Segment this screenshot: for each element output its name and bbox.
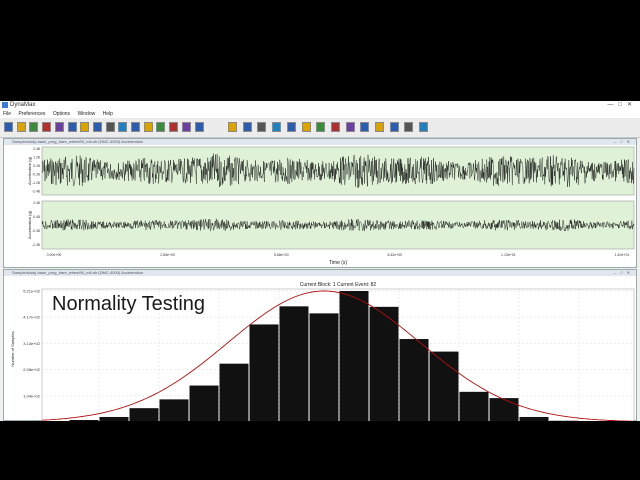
- histogram-bar: [369, 306, 399, 421]
- zoom-icon[interactable]: [228, 122, 237, 132]
- app-icon: [2, 102, 8, 108]
- menu-file[interactable]: File: [3, 111, 11, 117]
- y-tick-label: 0.48: [33, 215, 40, 219]
- copy-icon[interactable]: [42, 122, 52, 132]
- spectrum-icon[interactable]: [360, 122, 370, 132]
- x-tick-label: 0.00e+00: [47, 253, 62, 257]
- time-history-plot[interactable]: 2.48 1.28 0.28 -0.28 -1.28 -2.48 2.48 0.48 -0.48…: [4, 146, 636, 268]
- histogram-bar: [99, 416, 129, 421]
- histogram-bar: [159, 399, 189, 421]
- print2-icon[interactable]: [419, 122, 429, 132]
- dynamax-app-window: DynaMax —□✕ File Preferences Options Win…: [0, 101, 640, 421]
- histogram-window-title: Sample/study-base_prog_bare_wheel/M_roll…: [4, 270, 636, 276]
- y-tick-label: 1.28: [33, 156, 40, 160]
- histogram-bar: [489, 398, 519, 421]
- y-tick-label: 2.08e+02: [23, 367, 41, 372]
- y-tick-label: 5.21e+02: [23, 289, 41, 294]
- window-controls[interactable]: –□✕: [614, 139, 634, 145]
- histogram-bar: [189, 385, 219, 421]
- x-tick-label: 5.68e+00: [274, 253, 289, 257]
- menu-bar: File Preferences Options Window Help: [0, 110, 640, 118]
- histogram-bar: [399, 339, 429, 421]
- app-title: DynaMax: [10, 102, 36, 108]
- x-axis-label: Time (s): [329, 260, 347, 266]
- y-tick-label: 0.28: [33, 164, 40, 168]
- menu-help[interactable]: Help: [103, 111, 113, 117]
- window-controls[interactable]: —□✕: [607, 101, 637, 110]
- x-tick-label: 1.40e+01: [615, 253, 630, 257]
- histogram-bar: [219, 363, 249, 421]
- toolbar: [0, 118, 640, 138]
- histogram-subtitle: Current Block: 1 Current Event: 82: [300, 282, 377, 288]
- x-tick-label: 2.85e+00: [160, 253, 175, 257]
- y-tick-label: -0.28: [32, 173, 40, 177]
- fft-icon[interactable]: [118, 122, 128, 132]
- redo-icon[interactable]: [92, 122, 102, 132]
- y-tick-label: 4.17e+02: [23, 315, 41, 320]
- histogram-bar: [309, 313, 339, 421]
- lower-y-axis-label: Acceleration (g): [27, 210, 32, 239]
- menu-window[interactable]: Window: [77, 111, 95, 117]
- window-controls[interactable]: –□✕: [614, 270, 634, 276]
- overlay-caption: Normality Testing: [52, 293, 206, 315]
- open-icon[interactable]: [4, 122, 13, 132]
- histogram-bar: [519, 416, 549, 421]
- histogram-bar: [129, 408, 159, 421]
- cursor-icon[interactable]: [181, 122, 191, 132]
- layout-icon[interactable]: [389, 122, 399, 132]
- y-tick-label: -2.48: [32, 243, 40, 247]
- menu-options[interactable]: Options: [53, 111, 70, 117]
- y-tick-label: 2.48: [33, 201, 40, 205]
- pan-icon[interactable]: [242, 122, 252, 132]
- time-history-title-text: Sample/study-base_prog_bare_wheel/M_roll…: [12, 139, 144, 144]
- y-tick-label: -0.48: [32, 229, 40, 233]
- time-history-window-title: Sample/study-base_prog_bare_wheel/M_roll…: [4, 139, 636, 145]
- cut-icon[interactable]: [54, 122, 64, 132]
- print-icon[interactable]: [29, 122, 39, 132]
- save-icon[interactable]: [16, 122, 26, 132]
- chart-icon[interactable]: [345, 122, 355, 132]
- histogram-bar: [339, 291, 369, 421]
- grid-icon[interactable]: [272, 122, 282, 132]
- scale-icon[interactable]: [286, 122, 296, 132]
- histogram-bar: [249, 324, 279, 421]
- y-tick-label: 2.48: [33, 147, 40, 151]
- psd-icon[interactable]: [131, 122, 140, 132]
- histogram-title-text: Sample/study-base_prog_bare_wheel/M_roll…: [12, 270, 144, 275]
- filter-icon[interactable]: [105, 122, 115, 132]
- marker-icon[interactable]: [301, 122, 311, 132]
- time-history-window[interactable]: Sample/study-base_prog_bare_wheel/M_roll…: [3, 138, 637, 268]
- histogram-window[interactable]: Sample/study-base_prog_bare_wheel/M_roll…: [3, 269, 637, 421]
- y-tick-label: -2.48: [32, 190, 40, 194]
- histogram-bar: [459, 391, 489, 421]
- title-bar: DynaMax —□✕: [0, 101, 640, 110]
- paste-icon[interactable]: [67, 122, 77, 132]
- upper-y-axis-label: Acceleration (g): [27, 156, 32, 185]
- histogram-y-axis-label: Number of Samples: [10, 331, 15, 366]
- settings-icon[interactable]: [330, 122, 340, 132]
- window-icon[interactable]: [375, 122, 384, 132]
- export-icon[interactable]: [316, 122, 326, 132]
- y-tick-label: -1.28: [32, 181, 40, 185]
- menu-preferences[interactable]: Preferences: [18, 111, 45, 117]
- help-icon[interactable]: [194, 122, 204, 132]
- info-icon[interactable]: [404, 122, 414, 132]
- y-tick-label: 1.04e+02: [23, 393, 41, 398]
- zoom-out-icon[interactable]: [169, 122, 179, 132]
- undo-icon[interactable]: [80, 122, 90, 132]
- y-tick-label: 3.13e+02: [23, 341, 41, 346]
- x-tick-label: 1.13e+01: [501, 253, 516, 257]
- x-tick-label: 8.42e+00: [387, 253, 402, 257]
- measure-icon[interactable]: [257, 122, 267, 132]
- histogram-bar: [69, 419, 99, 421]
- histogram-bar: [279, 306, 309, 421]
- zoom-in-icon[interactable]: [156, 122, 166, 132]
- histogram-icon[interactable]: [143, 122, 153, 132]
